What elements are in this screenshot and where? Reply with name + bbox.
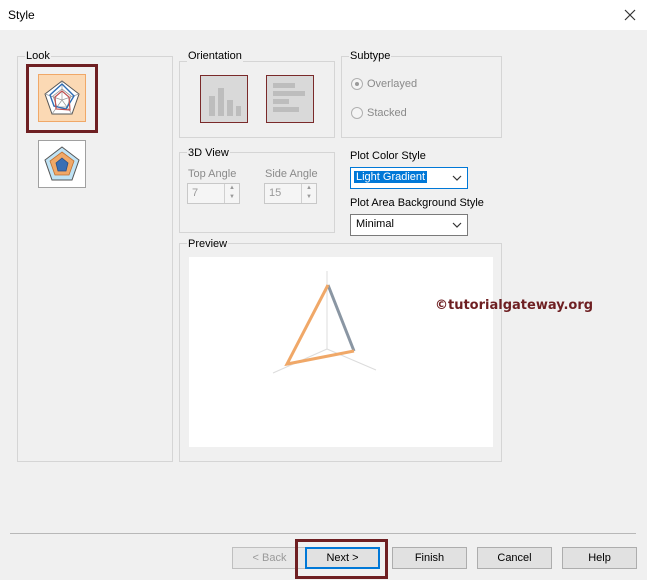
watermark-text: ©tutorialgateway.org: [435, 298, 594, 313]
plot-area-bg-value: Minimal: [356, 218, 394, 230]
spin-down-icon[interactable]: ▼: [225, 193, 239, 202]
subtype-stacked-radio[interactable]: Stacked: [351, 107, 407, 119]
horizontal-orientation-icon: [273, 83, 305, 112]
vertical-orientation-button[interactable]: [200, 75, 248, 123]
3d-view-label: 3D View: [187, 147, 230, 159]
close-icon: [624, 9, 636, 21]
side-angle-spinner[interactable]: 15 ▲ ▼: [264, 183, 317, 204]
plot-color-style-value: Light Gradient: [354, 171, 428, 183]
top-angle-label: Top Angle: [188, 168, 237, 180]
window-title: Style: [8, 8, 35, 22]
footer-separator: [10, 533, 636, 534]
top-angle-value: 7: [192, 187, 199, 199]
help-button[interactable]: Help: [562, 547, 637, 569]
plot-area-bg-select[interactable]: Minimal: [350, 214, 468, 236]
spin-up-icon[interactable]: ▲: [302, 184, 316, 193]
subtype-group: [341, 56, 502, 138]
title-bar: Style: [0, 0, 647, 30]
radio-indicator: [351, 78, 363, 90]
orientation-label: Orientation: [187, 50, 243, 62]
plot-area-bg-label: Plot Area Background Style: [350, 197, 484, 209]
preview-label: Preview: [187, 238, 229, 250]
plot-color-style-label: Plot Color Style: [350, 150, 426, 162]
side-angle-value: 15: [269, 187, 282, 199]
subtype-overlayed-radio[interactable]: Overlayed: [351, 78, 417, 90]
finish-button[interactable]: Finish: [392, 547, 467, 569]
close-button[interactable]: [613, 0, 647, 30]
look-option-radar-filled[interactable]: [38, 140, 86, 188]
side-angle-label: Side Angle: [265, 168, 318, 180]
vertical-orientation-icon: [209, 88, 241, 116]
radar-filled-icon: [44, 146, 80, 181]
chevron-down-icon: [452, 175, 462, 181]
radar-lines-icon: [44, 80, 80, 115]
look-option-radar-lines[interactable]: [38, 74, 86, 122]
next-button[interactable]: Next >: [305, 547, 380, 569]
spin-down-icon[interactable]: ▼: [302, 193, 316, 202]
stacked-label: Stacked: [367, 107, 407, 119]
look-label: Look: [25, 50, 51, 62]
subtype-label: Subtype: [349, 50, 392, 62]
radar-preview-chart: [272, 271, 377, 374]
spin-up-icon[interactable]: ▲: [225, 184, 239, 193]
cancel-button[interactable]: Cancel: [477, 547, 552, 569]
preview-area: [189, 257, 493, 447]
horizontal-orientation-button[interactable]: [266, 75, 314, 123]
radio-indicator: [351, 107, 363, 119]
chevron-down-icon: [452, 222, 462, 228]
plot-color-style-select[interactable]: Light Gradient: [350, 167, 468, 189]
overlayed-label: Overlayed: [367, 78, 418, 90]
top-angle-spinner[interactable]: 7 ▲ ▼: [187, 183, 240, 204]
